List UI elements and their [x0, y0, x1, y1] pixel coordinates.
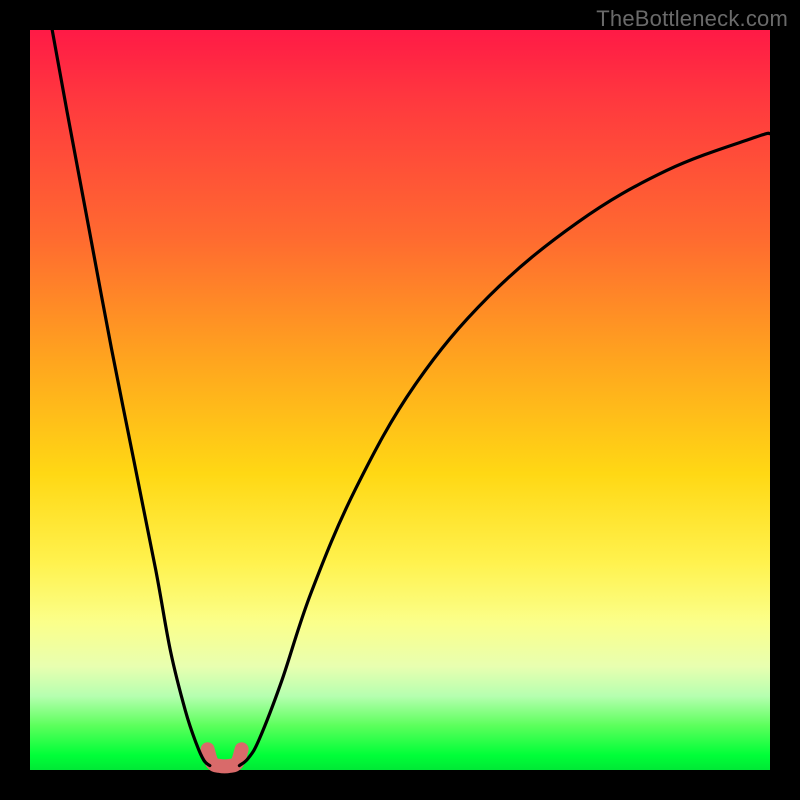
watermark-text: TheBottleneck.com	[596, 6, 788, 32]
curve-left-branch	[52, 30, 210, 766]
bottom-marker	[208, 749, 242, 766]
plot-area	[30, 30, 770, 770]
chart-frame: TheBottleneck.com	[0, 0, 800, 800]
curve-right-branch	[239, 133, 770, 765]
curve-svg	[30, 30, 770, 770]
